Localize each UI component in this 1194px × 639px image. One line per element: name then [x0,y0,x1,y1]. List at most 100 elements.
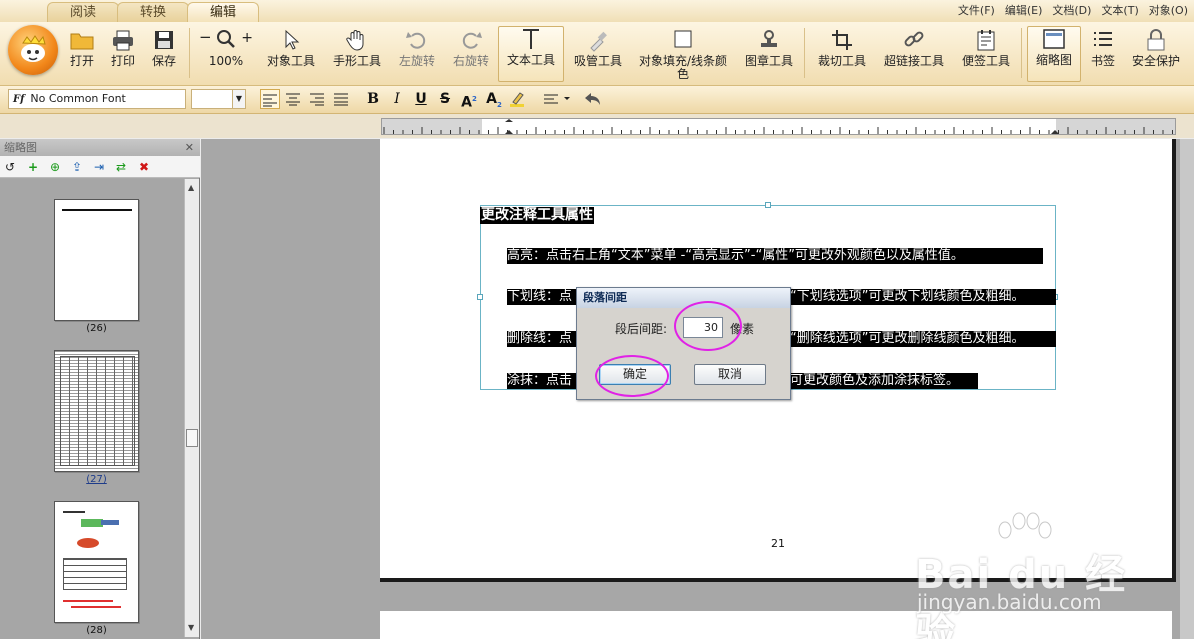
font-name-value: No Common Font [30,92,126,105]
scroll-up-icon[interactable]: ▲ [188,183,194,192]
align-left-button[interactable] [260,89,280,109]
separator [189,28,190,78]
eyedropper-tool-button[interactable]: 吸管工具 [572,28,624,78]
align-right-icon [310,93,324,106]
tab-read[interactable]: 阅读 [47,2,119,22]
align-center-button[interactable] [283,89,303,109]
ruler-bar [0,114,1194,138]
replace-page-icon[interactable]: ⇄ [116,159,126,175]
thumbnail-panel-title: 缩略图 [4,141,37,154]
italic-button[interactable]: I [387,89,407,109]
highlighted-text-line: 涂抹：点击 [507,373,576,389]
tab-convert[interactable]: 转换 [117,2,189,22]
page-thumbnail[interactable] [54,199,139,321]
extract-page-icon[interactable]: ⇪ [72,159,82,175]
align-justify-button[interactable] [331,89,351,109]
rotate-left-button[interactable]: 左旋转 [396,28,438,78]
dialog-title: 段落间距 [577,288,790,308]
printer-icon [110,28,136,52]
menu-object[interactable]: 对象(O) [1149,2,1188,20]
insert-page-icon[interactable]: + [28,159,38,175]
font-icon: Ff [13,94,25,105]
mascot-icon [21,35,46,62]
resize-handle[interactable] [477,294,483,300]
stamp-tool-button[interactable]: 图章工具 [743,28,795,78]
delete-page-icon[interactable]: ✖ [139,159,149,175]
ruler-ticks [383,119,1173,134]
line-spacing-button[interactable] [540,89,574,109]
open-button[interactable]: 打开 [65,28,99,78]
undo-arrow-icon [585,93,600,105]
align-right-button[interactable] [307,89,327,109]
annotation-circle [674,301,742,351]
thumbnail-toolbar: ↺ + ⊕ ⇪ ⇥ ⇄ ✖ [0,156,200,178]
insert-blank-page-icon[interactable]: ⊕ [50,159,60,175]
hyperlink-tool-button[interactable]: 超链接工具 [881,28,947,78]
highlighted-text-line: 可更改颜色及添加涂抹标签。 [790,373,978,389]
folder-icon [69,28,95,52]
thumbnail-scrollbar[interactable]: ▲ ▼ [184,179,199,637]
rotate-right-button[interactable]: 右旋转 [450,28,492,78]
hand-tool-button[interactable]: 手形工具 [331,28,383,78]
fill-line-color-button[interactable]: 对象填充/线条颜 色 [637,28,729,81]
close-icon[interactable]: ✕ [185,139,194,156]
page-number: 21 [771,537,785,550]
text-tool-button[interactable]: 文本工具 [498,26,564,82]
hand-icon [344,28,370,52]
cancel-button[interactable]: 取消 [694,364,766,385]
font-size-select[interactable]: ▼ [191,89,246,109]
superscript-button[interactable]: A2 [459,89,479,111]
document-scrollbar[interactable] [1180,139,1194,639]
zoom-control[interactable]: − + 100% [194,28,258,78]
square-outline-icon [670,28,696,52]
strikethrough-button[interactable]: S [435,89,455,109]
lock-icon [1143,28,1169,52]
menu-file[interactable]: 文件(F) [958,2,995,20]
app-logo-button[interactable] [8,25,58,75]
bold-button[interactable]: B [363,89,383,109]
save-button[interactable]: 保存 [147,28,181,78]
zoom-in-button[interactable]: + [241,30,253,46]
tab-strip: 阅读 转换 编辑 文件(F) 编辑(E) 文档(D) 文本(T) 对象(O) [0,0,1194,22]
format-toolbar: Ff No Common Font ▼ B I U S A2 A2 [0,86,1194,114]
object-tool-button[interactable]: 对象工具 [265,28,317,78]
page-thumbnail-label: (28) [86,625,107,636]
highlighted-text-line: “删除线选项”可更改删除线颜色及粗细。 [790,331,1056,347]
page-thumbnail[interactable] [54,350,139,472]
horizontal-ruler[interactable] [381,118,1176,135]
highlighted-text-line: 高亮：点击右上角“文本”菜单 -“高亮显示”-“属性”可更改外观颜色以及属性值。 [507,248,1043,264]
crop-tool-button[interactable]: 裁切工具 [816,28,868,78]
undo-button[interactable] [582,89,602,109]
resize-handle[interactable] [765,202,771,208]
bookmark-button[interactable]: 书签 [1086,28,1120,78]
align-left-icon [263,94,277,107]
security-button[interactable]: 安全保护 [1128,28,1184,78]
ribbon-toolbar: 打开 打印 保存 − + 100% 对象工具 手形工具 左旋转 右旋转 文本工具… [0,22,1194,86]
scrollbar-thumb[interactable] [186,429,198,447]
underline-button[interactable]: U [411,89,431,109]
sticky-note-tool-button[interactable]: 便签工具 [960,28,1012,78]
chevron-down-icon[interactable]: ▼ [232,90,245,108]
menu-text[interactable]: 文本(T) [1101,2,1138,20]
app-window: 阅读 转换 编辑 文件(F) 编辑(E) 文档(D) 文本(T) 对象(O) 打… [0,0,1194,639]
tab-edit[interactable]: 编辑 [187,2,259,22]
rotate-page-icon[interactable]: ↺ [5,159,15,175]
thumbnail-view-button[interactable]: 缩略图 [1027,26,1081,82]
subscript-button[interactable]: A2 [484,89,504,109]
spacing-after-label: 段后间距: [615,322,668,336]
menu-document[interactable]: 文档(D) [1052,2,1091,20]
print-button[interactable]: 打印 [106,28,140,78]
page-thumbnail[interactable] [54,501,139,623]
highlighter-pen-icon [510,92,524,107]
text-color-button[interactable] [507,89,527,109]
align-center-icon [286,93,300,106]
export-page-icon[interactable]: ⇥ [94,159,104,175]
font-name-field[interactable]: Ff No Common Font [8,89,186,109]
line-spacing-icon [544,94,570,104]
menu-edit[interactable]: 编辑(E) [1005,2,1043,20]
magnifier-icon [217,30,236,48]
zoom-out-button[interactable]: − [199,28,212,46]
highlighted-text-line: “下划线选项”可更改下划线颜色及粗细。 [790,289,1056,305]
scroll-down-icon[interactable]: ▼ [188,623,194,632]
bookmark-list-icon [1090,28,1116,52]
